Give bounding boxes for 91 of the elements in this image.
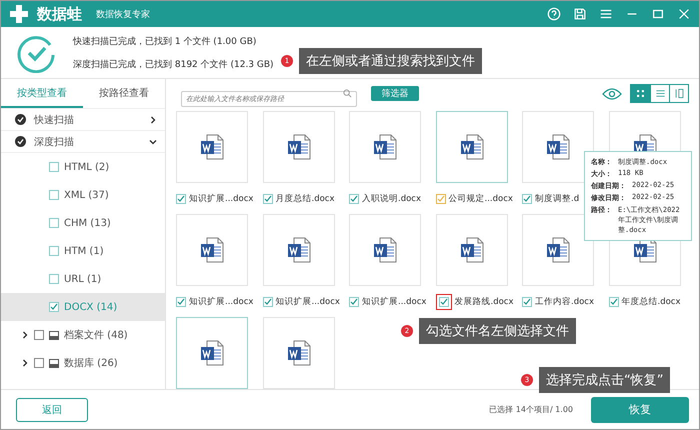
checkbox[interactable] (262, 194, 272, 204)
file-thumbnail[interactable] (349, 111, 421, 183)
file-type-label[interactable]: 数据库 (26) (64, 356, 118, 370)
checkbox[interactable] (262, 297, 272, 307)
checkmark-icon (15, 136, 26, 147)
app-name: 数据蛙 (37, 4, 82, 24)
list-view-icon (654, 88, 666, 99)
file-thumbnail[interactable] (176, 111, 248, 183)
file-type-label[interactable]: HTM (1) (64, 246, 104, 256)
file-type-label[interactable]: URL (1) (64, 274, 102, 284)
checkbox[interactable] (49, 274, 59, 284)
save-icon[interactable] (573, 7, 587, 21)
word-document-icon (200, 134, 224, 160)
scan-label[interactable]: 深度扫描 (34, 134, 74, 148)
maximize-icon[interactable] (651, 7, 665, 21)
chevron-right-icon (149, 116, 157, 124)
callout-label: 选择完成点击“恢复” (539, 367, 670, 393)
grid-view-button[interactable] (631, 85, 650, 102)
checkbox[interactable] (49, 218, 59, 228)
word-document-icon (200, 237, 224, 263)
file-name: 知识扩展...docx (189, 296, 254, 308)
detail-view-icon (674, 88, 684, 99)
file-thumbnail[interactable] (436, 111, 508, 183)
folder-drive-icon (49, 358, 59, 368)
file-name: 入职说明.docx (362, 193, 422, 205)
app-subtitle: 数据恢复专家 (96, 8, 150, 20)
checkbox[interactable] (522, 297, 532, 307)
file-name: 知识扩展...docx (189, 193, 254, 205)
checkbox[interactable] (176, 297, 186, 307)
view-tab[interactable]: 按路径查看 (83, 79, 165, 108)
checkbox[interactable] (349, 297, 359, 307)
word-document-icon (546, 134, 570, 160)
checkmark-icon (15, 114, 26, 125)
file-type-label[interactable]: XML (37) (64, 190, 109, 200)
file-thumbnail[interactable] (262, 111, 334, 183)
file-type-label[interactable]: 档案文件 (48) (64, 328, 128, 342)
file-name: 知识扩展...docx (362, 296, 426, 308)
menu-icon[interactable] (599, 7, 613, 21)
checkbox[interactable] (34, 358, 44, 368)
file-name: 工作内容.docx (535, 296, 594, 308)
chevron-right-icon (21, 359, 29, 367)
word-document-icon (546, 237, 570, 263)
word-document-icon (286, 134, 310, 160)
checkbox[interactable] (49, 190, 59, 200)
callout-label: 在左侧或者通过搜索找到文件 (299, 48, 482, 74)
checkbox[interactable] (176, 194, 186, 204)
help-icon[interactable] (547, 7, 561, 21)
file-thumbnail[interactable] (176, 214, 248, 286)
word-document-icon (460, 134, 484, 160)
folder-drive-icon (49, 330, 59, 340)
checkbox[interactable] (438, 297, 448, 307)
search-icon (343, 89, 352, 98)
checkbox[interactable] (608, 297, 618, 307)
file-thumbnail[interactable] (436, 214, 508, 286)
preview-eye-icon[interactable] (602, 88, 622, 100)
file-type-label[interactable]: HTML (2) (64, 162, 110, 172)
view-tab[interactable]: 按类型查看 (1, 79, 83, 108)
word-document-icon (460, 237, 484, 263)
file-thumbnail[interactable] (262, 214, 334, 286)
file-name: 发展路线.docx (454, 296, 514, 308)
chevron-right-icon (21, 331, 29, 339)
scan-summary: 快速扫描已完成，已找到 1 个文件 (1.00 GB) (73, 36, 258, 48)
checkbox[interactable] (34, 330, 44, 340)
checkbox[interactable] (436, 194, 446, 204)
checkbox[interactable] (49, 162, 59, 172)
selection-status: 已选择 14个项目/ 1.00 (489, 404, 573, 415)
word-document-icon (373, 237, 397, 263)
file-thumbnail[interactable] (262, 317, 334, 389)
scan-summary: 深度扫描已完成，已找到 8192 个文件 (12.3 GB) (73, 58, 274, 70)
checkbox[interactable] (49, 302, 59, 312)
file-name: 知识扩展...docx (276, 296, 340, 308)
logo-cross-icon (9, 4, 29, 24)
word-document-icon (200, 340, 224, 366)
checkbox[interactable] (349, 194, 359, 204)
word-document-icon (286, 340, 310, 366)
chevron-down-icon (149, 138, 157, 146)
file-type-label[interactable]: CHM (13) (64, 218, 111, 228)
word-document-icon (373, 134, 397, 160)
callout-label: 勾选文件名左侧选择文件 (419, 318, 576, 344)
scan-label[interactable]: 快速扫描 (34, 112, 74, 126)
file-thumbnail[interactable] (176, 317, 248, 389)
checkbox[interactable] (49, 246, 59, 256)
close-icon[interactable] (677, 7, 691, 21)
file-name: 月度总结.docx (276, 193, 335, 205)
checkbox[interactable] (522, 194, 532, 204)
grid-view-icon (635, 88, 646, 99)
file-name: 公司规定...docx (448, 193, 513, 205)
file-name: 制度调整.d (535, 193, 580, 205)
word-document-icon (286, 237, 310, 263)
file-name: 年度总结.docx (622, 296, 681, 308)
file-thumbnail[interactable] (349, 214, 421, 286)
